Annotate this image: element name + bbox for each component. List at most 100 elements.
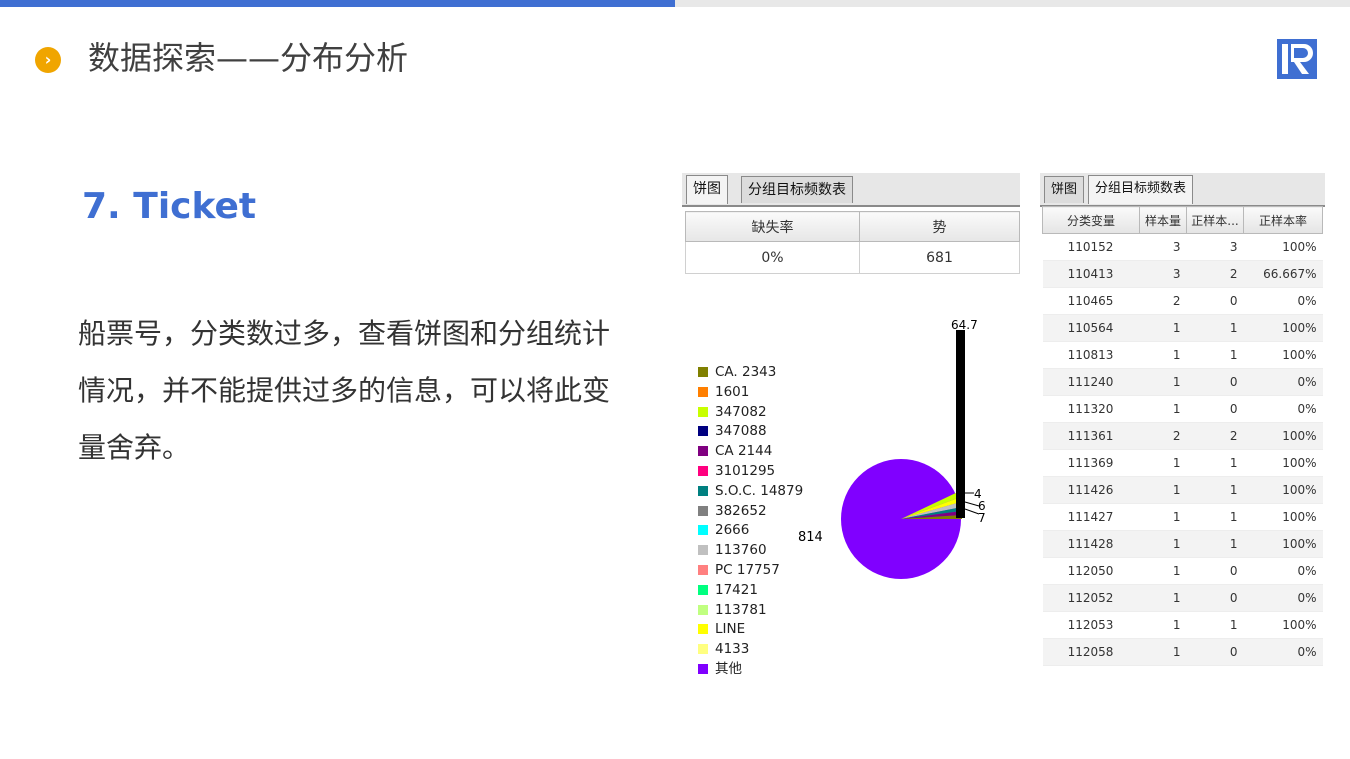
sample-count-cell: 1 [1139, 584, 1187, 612]
legend-item: 347082 [698, 403, 803, 423]
category-cell: 112052 [1042, 584, 1140, 612]
sample-count-cell: 1 [1139, 503, 1187, 531]
top-accent-bar [0, 0, 675, 7]
category-cell: 111240 [1042, 368, 1140, 396]
category-cell: 110813 [1042, 341, 1140, 369]
legend-swatch [698, 644, 708, 655]
positive-count-cell: 1 [1186, 341, 1244, 369]
table-row[interactable]: 111361 2 2 100% [1042, 422, 1323, 450]
table-row[interactable]: 112059100% [1042, 665, 1323, 674]
category-cell: 112059 [1042, 665, 1140, 674]
table-row[interactable]: 110465 2 0 0% [1042, 287, 1323, 315]
frequency-table-window: 饼图 分组目标频数表 分类变量 样本量 正样本... 正样本率 110152 3 3… [1040, 173, 1325, 674]
pie-label-7: 7 [978, 511, 986, 525]
tab-strip: 饼图 分组目标频数表 [1040, 173, 1325, 207]
legend-label: 347082 [715, 403, 767, 420]
legend-swatch [698, 406, 708, 417]
legend-label: CA 2144 [715, 443, 773, 460]
table-row[interactable]: 112058 1 0 0% [1042, 638, 1323, 666]
legend-label: LINE [715, 621, 746, 638]
table-row[interactable]: 112053 1 1 100% [1042, 611, 1323, 639]
category-cell: 111427 [1042, 503, 1140, 531]
legend-item: CA. 2343 [698, 363, 803, 383]
sample-count-cell: 1 [1139, 341, 1187, 369]
legend-item: PC 17757 [698, 561, 803, 581]
positive-count-cell: 1 [1186, 314, 1244, 342]
table-row[interactable]: 111428 1 1 100% [1042, 530, 1323, 558]
table-row[interactable]: 111320 1 0 0% [1042, 395, 1323, 423]
legend-item: 4133 [698, 640, 803, 660]
positive-rate-cell: 66.667% [1243, 260, 1323, 288]
category-cell: 111361 [1042, 422, 1140, 450]
sample-count-cell: 1 [1139, 638, 1187, 666]
legend-label: 3101295 [715, 462, 776, 479]
legend-label: 2666 [715, 522, 750, 539]
positive-rate-cell: 100% [1243, 476, 1323, 504]
legend-item: 382652 [698, 502, 803, 522]
legend-swatch [698, 564, 708, 575]
pie-bar-segment [956, 330, 965, 518]
positive-count-cell: 0 [1186, 584, 1244, 612]
sample-count-cell: 3 [1139, 260, 1187, 288]
legend-swatch [698, 584, 708, 595]
sample-count-cell: 1 [1139, 476, 1187, 504]
page-title: 数据探索——分布分析 [88, 39, 409, 77]
table-row[interactable]: 111427 1 1 100% [1042, 503, 1323, 531]
table-row[interactable]: 112050 1 0 0% [1042, 557, 1323, 585]
sample-count-cell: 1 [1139, 368, 1187, 396]
legend-swatch [698, 624, 708, 635]
table-row[interactable]: 111369 1 1 100% [1042, 449, 1323, 477]
column-header-sample-count[interactable]: 样本量 [1139, 206, 1187, 234]
table-row[interactable]: 110152 3 3 100% [1042, 233, 1323, 261]
tab-pie-chart[interactable]: 饼图 [1044, 176, 1085, 203]
legend-swatch [698, 386, 708, 397]
tab-group-frequency[interactable]: 分组目标频数表 [1088, 175, 1194, 204]
legend-item: 113781 [698, 601, 803, 621]
section-title: 7. Ticket [82, 186, 257, 227]
chevron-right-icon: › [35, 47, 61, 73]
positive-count-cell: 0 [1186, 287, 1244, 315]
sample-count-cell: 1 [1139, 395, 1187, 423]
positive-rate-cell: 100% [1243, 341, 1323, 369]
positive-count-cell: 1 [1186, 476, 1244, 504]
legend-item: 17421 [698, 581, 803, 601]
legend-swatch [698, 367, 708, 377]
positive-count-cell: 0 [1186, 638, 1244, 666]
legend-label: 113781 [715, 601, 767, 618]
legend-swatch [698, 505, 708, 516]
legend-swatch [698, 525, 708, 536]
positive-rate-cell: 0% [1243, 584, 1323, 612]
positive-rate-cell: 100% [1243, 530, 1323, 558]
positive-rate-cell: 0% [1243, 287, 1323, 315]
table-row[interactable]: 110813 1 1 100% [1042, 341, 1323, 369]
positive-count-cell: 1 [1186, 530, 1244, 558]
positive-rate-cell: 100% [1243, 449, 1323, 477]
positive-count-cell: 2 [1186, 422, 1244, 450]
column-header-positive-rate[interactable]: 正样本率 [1243, 206, 1323, 234]
table-row[interactable]: 110564 1 1 100% [1042, 314, 1323, 342]
positive-count-cell: 0 [1186, 368, 1244, 396]
positive-rate-cell: 100% [1243, 314, 1323, 342]
positive-rate-cell: 0% [1243, 368, 1323, 396]
category-cell: 110564 [1042, 314, 1140, 342]
legend-label: CA. 2343 [715, 364, 777, 380]
positive-rate-cell: 100% [1243, 503, 1323, 531]
pie-chart-window: 饼图 分组目标频数表 缺失率 势 0% 681 64.7 4 6 7 814 C… [682, 173, 1020, 684]
positive-rate-cell: 100% [1243, 422, 1323, 450]
positive-count-cell: 1 [1186, 503, 1244, 531]
table-row[interactable]: 110413 3 2 66.667% [1042, 260, 1323, 288]
legend-item: 347088 [698, 422, 803, 442]
sample-count-cell: 3 [1139, 233, 1187, 261]
legend-item: 2666 [698, 521, 803, 541]
legend-label: 1601 [715, 383, 750, 400]
table-row[interactable]: 112052 1 0 0% [1042, 584, 1323, 612]
table-row[interactable]: 111426 1 1 100% [1042, 476, 1323, 504]
table-row[interactable]: 111240 1 0 0% [1042, 368, 1323, 396]
logo-icon [1277, 39, 1317, 79]
legend-swatch [698, 663, 708, 674]
column-header-category[interactable]: 分类变量 [1042, 206, 1140, 234]
positive-count-cell: 1 [1186, 611, 1244, 639]
positive-rate-cell: 0% [1243, 557, 1323, 585]
legend-swatch [698, 426, 708, 437]
column-header-positive-count[interactable]: 正样本... [1186, 206, 1244, 234]
